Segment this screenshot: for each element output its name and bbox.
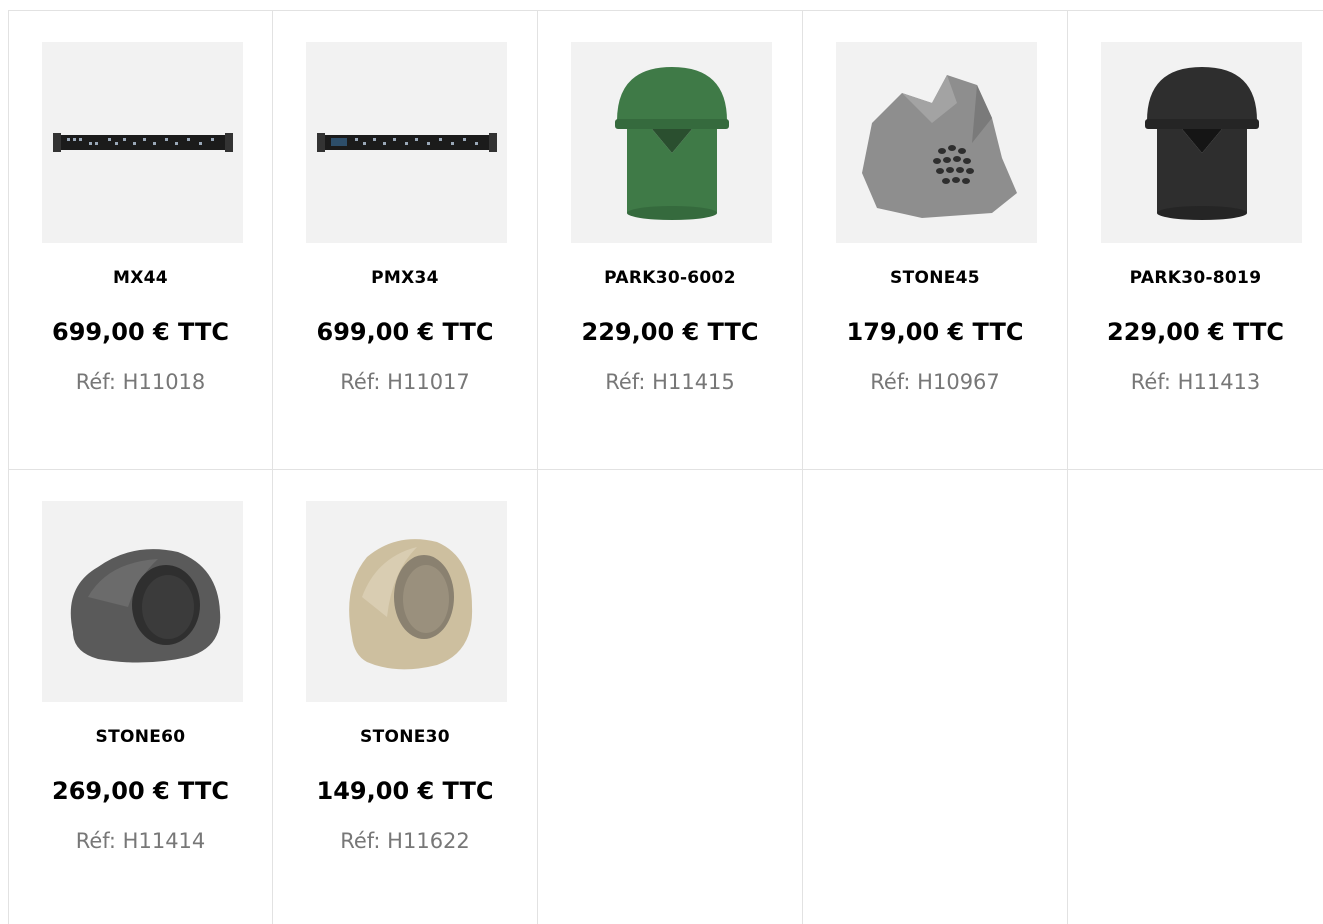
product-name[interactable]: STONE60 [9, 727, 272, 747]
empty-cell [538, 470, 803, 924]
product-card[interactable]: PARK30-6002 229,00 € TTC Réf: H11415 [538, 11, 803, 470]
product-price: 149,00 € TTC [316, 777, 494, 805]
rock-speaker-dark-icon [70, 548, 220, 663]
product-image[interactable] [1101, 42, 1302, 243]
product-ref: Réf: H11415 [605, 370, 735, 394]
product-price: 179,00 € TTC [846, 318, 1024, 346]
product-ref: Réf: H11622 [340, 829, 470, 853]
product-name[interactable]: STONE45 [803, 268, 1067, 288]
product-card[interactable]: STONE60 269,00 € TTC Réf: H11414 [8, 470, 273, 924]
product-name[interactable]: PARK30-8019 [1068, 268, 1323, 288]
product-card[interactable]: MX44 699,00 € TTC Réf: H11018 [8, 11, 273, 470]
product-image[interactable] [306, 42, 507, 243]
product-name[interactable]: MX44 [9, 268, 272, 288]
rock-speaker-sand-icon [348, 538, 472, 669]
stone-speaker-grey-icon [861, 74, 1017, 218]
rack-mixer-icon [52, 132, 233, 152]
product-card[interactable]: STONE45 179,00 € TTC Réf: H10967 [803, 11, 1068, 470]
product-image[interactable] [836, 42, 1037, 243]
product-name[interactable]: STONE30 [273, 727, 537, 747]
rack-mixer-icon [316, 132, 497, 152]
product-ref: Réf: H11413 [1130, 370, 1261, 394]
garden-speaker-green-icon [614, 66, 729, 220]
garden-speaker-black-icon [1144, 66, 1259, 220]
product-image[interactable] [42, 501, 243, 702]
product-price: 269,00 € TTC [52, 777, 229, 805]
product-price: 229,00 € TTC [581, 318, 759, 346]
product-ref: Réf: H11414 [75, 829, 206, 853]
product-card[interactable]: PMX34 699,00 € TTC Réf: H11017 [273, 11, 538, 470]
product-grid: MX44 699,00 € TTC Réf: H11018 PMX34 699,… [8, 10, 1323, 924]
product-name[interactable]: PARK30-6002 [538, 268, 802, 288]
empty-cell [1068, 470, 1323, 924]
product-image[interactable] [42, 42, 243, 243]
product-image[interactable] [571, 42, 772, 243]
product-ref: Réf: H10967 [870, 370, 1000, 394]
product-price: 229,00 € TTC [1107, 318, 1284, 346]
product-price: 699,00 € TTC [52, 318, 229, 346]
product-name[interactable]: PMX34 [273, 268, 537, 288]
empty-cell [803, 470, 1068, 924]
product-ref: Réf: H11017 [340, 370, 470, 394]
product-card[interactable]: PARK30-8019 229,00 € TTC Réf: H11413 [1068, 11, 1323, 470]
product-image[interactable] [306, 501, 507, 702]
product-ref: Réf: H11018 [75, 370, 206, 394]
product-card[interactable]: STONE30 149,00 € TTC Réf: H11622 [273, 470, 538, 924]
product-price: 699,00 € TTC [316, 318, 494, 346]
